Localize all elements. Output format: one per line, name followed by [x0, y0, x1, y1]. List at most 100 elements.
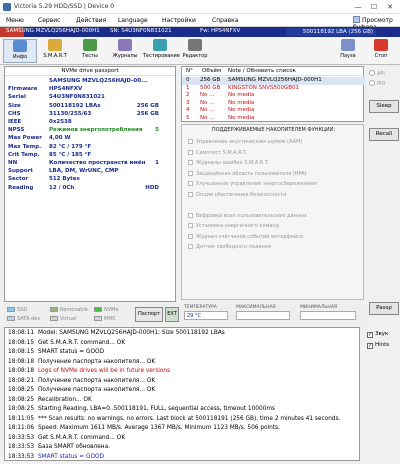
feature-label: Установка энергичного команд [196, 223, 280, 229]
passp-button[interactable]: Passp [369, 302, 399, 315]
device-firmware: Fw: HPS4NFXV [200, 28, 241, 34]
passport-unit: 1 [155, 160, 159, 166]
passport-button[interactable]: Паспорт [135, 307, 163, 322]
drive-note: No media [228, 107, 255, 113]
drive-size: No ... [200, 107, 215, 113]
log-entry: 18:08:25 Получение паспорта накопителя...… [5, 386, 359, 396]
passport-value: 31130/255/63 [49, 110, 92, 117]
tab-smart[interactable]: S.M.A.R.T [38, 39, 72, 63]
pause-button[interactable]: Пауза [334, 39, 362, 63]
passport-value: 85 °C / 185 °F [49, 151, 92, 158]
feature-checkbox [188, 149, 193, 155]
feature-item: Опции обеспечения безопасности [188, 191, 287, 198]
log-time: 18:08:21 [8, 377, 35, 384]
log-entry: 18:08:18 Получение паспорта накопителя...… [5, 358, 359, 368]
feature-label: Защищённая область пользователя (HPA) [196, 170, 307, 177]
tab-info[interactable]: Инфо [3, 39, 37, 63]
testing-icon [153, 39, 167, 51]
feature-checkbox [188, 139, 193, 144]
log-message: Получение паспорта накопителя... OK [38, 377, 156, 384]
passport-key: Crit Temp. [8, 151, 40, 158]
log-time: 18:33:53 [8, 434, 35, 441]
legend-ssd: SSD [7, 307, 27, 313]
drive-number: 4 [186, 107, 190, 113]
menu-item-menu[interactable]: Меню [6, 17, 24, 24]
passport-value: 4,00 W [49, 135, 71, 142]
logs-icon [118, 39, 132, 51]
device-capacity: 500118192 LBA (256 GB) [286, 28, 376, 36]
log-message: Recalibration... OK [38, 396, 92, 403]
log-entry: 18:08:11 Model: SAMSUNG MZVLQ256HAJD-000H… [5, 329, 359, 339]
sound-checkbox[interactable]: ✓ Звук [367, 331, 388, 338]
column-size[interactable]: Объём [202, 68, 221, 74]
log-message: Speed: Maximum 1611 MB/s. Average 1367 M… [38, 425, 280, 431]
log-message: Model: SAMSUNG MZVLQ256HAJD-000H1; Size … [38, 330, 225, 336]
legend-removable: Removable [50, 307, 88, 313]
drive-number: 5 [186, 114, 190, 121]
drive-row[interactable]: 5 No ... No media [182, 115, 365, 123]
passport-value: 82 °C / 179 °F [49, 143, 92, 150]
pio-radio[interactable]: PIO [369, 80, 385, 87]
status-bar: SSD Removable NVMe SATA dev Virtual MMC … [4, 304, 364, 326]
hints-checkbox[interactable]: ✓ Hints [367, 342, 389, 349]
feature-checkbox [188, 160, 193, 165]
menu-item-help[interactable]: Справка [212, 17, 238, 24]
menu-item-actions[interactable]: Действия [76, 17, 106, 24]
log-time: 18:08:18 [8, 368, 35, 374]
passport-unit: HDD [145, 184, 159, 191]
tab-logs[interactable]: Журналы [108, 39, 142, 63]
minimize-button[interactable]: — [352, 2, 364, 12]
menu-item-language[interactable]: Language [118, 17, 148, 24]
feature-label: Датчик свободного падения [196, 244, 272, 250]
drive-size: No ... [200, 99, 215, 106]
menu-bar: Меню Сервис Действия Language Настройки … [0, 14, 400, 31]
app-icon [3, 3, 11, 11]
device-info-bar: SAMSUNG MZVLQ256HAJD-000H1 SN: S4U3NF0N8… [0, 27, 400, 37]
menu-item-settings[interactable]: Настройки [162, 17, 196, 24]
feature-label: Опции обеспечения безопасности [196, 191, 287, 198]
tab-testing[interactable]: Тестирование [143, 39, 180, 63]
log-time: 18:08:15 [8, 339, 35, 346]
log-entry: 18:08:21 Получение паспорта накопителя...… [5, 377, 359, 387]
drive-number: 0 [186, 77, 190, 83]
features-title: ПОДДЕРЖИВАЕМЫЕ НАКОПИТЕЛЕМ ФУНКЦИИ: [211, 127, 336, 133]
tab-editor[interactable]: Редактор [178, 39, 212, 63]
log-time: 18:08:18 [8, 358, 35, 365]
log-message: SMART status = GOOD [38, 453, 105, 460]
recall-button[interactable]: Recall [369, 128, 399, 141]
supported-features-panel: ПОДДЕРЖИВАЕМЫЕ НАКОПИТЕЛЕМ ФУНКЦИИ: Упра… [181, 124, 364, 300]
api-radio[interactable]: API [369, 70, 385, 77]
info-icon [13, 40, 27, 52]
feature-item: Самотест S.M.A.R.T. [188, 149, 247, 156]
column-note[interactable]: Note / Обновить список [228, 68, 296, 74]
passport-key: Max Temp. [8, 143, 42, 150]
passport-row: IEEE 0x2538 [5, 119, 177, 127]
stop-button[interactable]: Стоп [366, 39, 396, 63]
passport-key: CHS [8, 110, 21, 117]
feature-checkbox [188, 223, 193, 228]
feature-label: Управление акустическим шумом (AAM) [196, 139, 303, 145]
drive-note: SAMSUNG MZVLQ256HAJD-000H1 [228, 77, 322, 83]
event-log[interactable]: 18:08:11 Model: SAMSUNG MZVLQ256HAJD-000H… [4, 327, 360, 461]
menu-item-service[interactable]: Сервис [38, 17, 60, 24]
maximize-button[interactable]: ☐ [368, 2, 380, 12]
log-message: *** Scan results: no warnings, no errors… [38, 415, 341, 422]
log-message: Starting Reading, LBA=0..500118191, FULL… [38, 406, 276, 412]
ext-button[interactable]: EXT [165, 307, 179, 322]
log-entry: 18:11:06 Speed: Maximum 1611 MB/s. Averag… [5, 424, 359, 434]
log-time: 18:08:11 [8, 330, 35, 336]
drive-passport-panel: NVMe drive passport SAMSUNG MZVLQ256HAJD… [4, 66, 176, 302]
close-window-button[interactable]: ✕ [384, 2, 396, 12]
passport-unit: 256 GB [136, 110, 159, 117]
feature-checkbox [188, 191, 193, 197]
tab-tests[interactable]: Тесты [73, 39, 107, 63]
log-message: Logs of NVMe drives will be in future ve… [38, 368, 171, 374]
editor-icon [188, 39, 202, 51]
passport-value: 500118192 LBAs [49, 102, 101, 109]
legend-mmc: MMC [94, 316, 116, 322]
toolbar: Инфо S.M.A.R.T Тесты Журналы Тестировани… [0, 37, 400, 65]
passport-key: Firmware [8, 86, 38, 93]
passport-key: NN [8, 160, 18, 166]
sleep-button[interactable]: Sleep [369, 100, 399, 113]
feature-checkbox [188, 233, 193, 239]
